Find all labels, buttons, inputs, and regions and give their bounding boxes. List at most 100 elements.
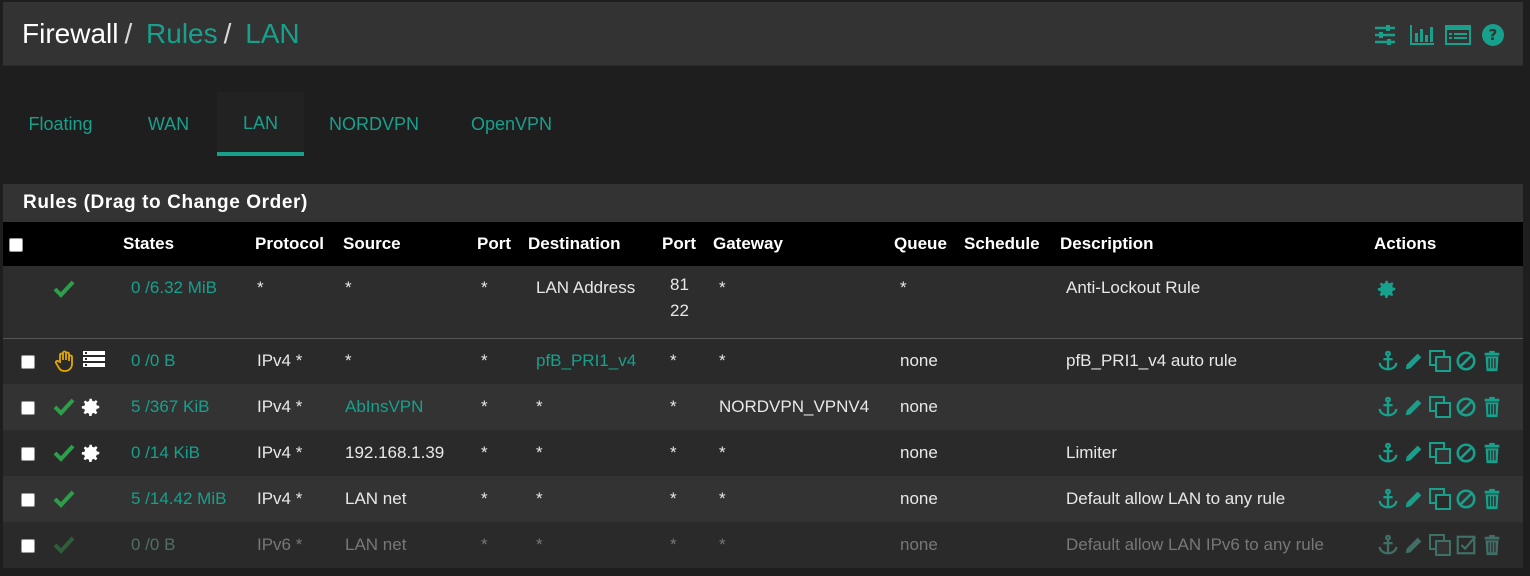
trash-icon[interactable] <box>1480 533 1504 557</box>
queue-cell: * <box>900 278 907 297</box>
dest-port-cell: * <box>670 397 677 416</box>
tab-openvpn[interactable]: OpenVPN <box>458 92 565 156</box>
destination-cell[interactable]: pfB_PRI1_v4 <box>524 338 658 384</box>
pencil-icon[interactable] <box>1402 395 1426 419</box>
trash-icon[interactable] <box>1480 441 1504 465</box>
dest-port-cell: * <box>670 443 677 462</box>
copy-icon[interactable] <box>1428 487 1452 511</box>
col-port[interactable]: Port <box>473 222 524 266</box>
disable-icon[interactable] <box>1454 441 1478 465</box>
protocol-cell: IPv4 * <box>257 351 303 371</box>
pencil-icon[interactable] <box>1402 349 1426 373</box>
copy-icon[interactable] <box>1428 441 1452 465</box>
states-cell[interactable]: 0 /14 KiB <box>119 430 251 476</box>
table-row[interactable]: 0 /0 B IPv6 * LAN net * * * * none Defau… <box>3 522 1523 568</box>
breadcrumb-firewall: Firewall <box>22 18 119 49</box>
row-checkbox[interactable] <box>3 522 45 568</box>
col-icons <box>45 222 119 266</box>
help-icon[interactable]: ? <box>1481 23 1505 47</box>
anchor-icon[interactable] <box>1376 395 1400 419</box>
trash-icon[interactable] <box>1480 349 1504 373</box>
protocol-cell: IPv4 * <box>257 443 303 462</box>
schedule-cell <box>960 266 1056 338</box>
queue-cell: none <box>900 535 938 554</box>
col-states[interactable]: States <box>119 222 251 266</box>
copy-icon[interactable] <box>1428 533 1452 557</box>
hand-block-icon <box>53 350 77 373</box>
col-gateway[interactable]: Gateway <box>709 222 890 266</box>
col-schedule[interactable]: Schedule <box>960 222 1056 266</box>
gateway-cell: * <box>719 351 726 371</box>
breadcrumb-separator: / <box>124 18 133 49</box>
anchor-icon[interactable] <box>1376 487 1400 511</box>
queue-cell: none <box>900 351 938 371</box>
disable-icon[interactable] <box>1454 487 1478 511</box>
svg-text:?: ? <box>1489 26 1498 44</box>
col-source[interactable]: Source <box>339 222 473 266</box>
col-protocol[interactable]: Protocol <box>251 222 339 266</box>
pencil-icon[interactable] <box>1402 487 1426 511</box>
states-cell[interactable]: 0 /0 B <box>119 522 251 568</box>
gear-icon <box>80 396 102 416</box>
description-cell: Default allow LAN to any rule <box>1066 489 1286 508</box>
list-icon[interactable] <box>1445 23 1471 47</box>
tab-floating[interactable]: Floating <box>14 92 107 156</box>
row-checkbox[interactable] <box>3 476 45 522</box>
gateway-cell: * <box>719 489 726 508</box>
table-row[interactable]: 5 /14.42 MiB IPv4 * LAN net * * * * none… <box>3 476 1523 522</box>
copy-icon[interactable] <box>1428 349 1452 373</box>
gear-icon[interactable] <box>1376 280 1398 304</box>
dest-port-cell: * <box>670 351 677 371</box>
trash-icon[interactable] <box>1480 395 1504 419</box>
col-dest-port[interactable]: Port <box>658 222 709 266</box>
check-icon <box>53 535 75 555</box>
check-icon <box>53 489 75 509</box>
bar-chart-icon[interactable] <box>1409 23 1434 47</box>
col-description[interactable]: Description <box>1056 222 1370 266</box>
disable-icon[interactable] <box>1454 349 1478 373</box>
tab-wan[interactable]: WAN <box>131 92 206 156</box>
port-cell: * <box>481 489 488 508</box>
trash-icon[interactable] <box>1480 487 1504 511</box>
destination-cell: * <box>536 489 543 508</box>
breadcrumb-lan[interactable]: LAN <box>245 18 299 49</box>
anchor-icon[interactable] <box>1376 349 1400 373</box>
schedule-cell <box>960 384 1056 430</box>
source-cell: * <box>345 351 352 371</box>
row-checkbox[interactable] <box>3 338 45 384</box>
table-row[interactable]: 0 /6.32 MiB * * * LAN Address 81 22 * * A… <box>3 266 1523 338</box>
check-icon <box>53 278 75 298</box>
gateway-cell: * <box>719 535 726 554</box>
source-cell[interactable]: AbInsVPN <box>339 384 473 430</box>
states-cell[interactable]: 0 /6.32 MiB <box>119 266 251 338</box>
copy-icon[interactable] <box>1428 395 1452 419</box>
states-cell[interactable]: 5 /367 KiB <box>119 384 251 430</box>
select-all-checkbox[interactable] <box>3 222 45 266</box>
tab-lan[interactable]: LAN <box>217 92 304 156</box>
description-cell: Anti-Lockout Rule <box>1066 278 1201 297</box>
anchor-icon[interactable] <box>1376 441 1400 465</box>
protocol-cell: IPv4 * <box>257 397 303 416</box>
breadcrumb-rules[interactable]: Rules <box>146 18 218 49</box>
sliders-icon[interactable] <box>1373 23 1397 47</box>
row-checkbox[interactable] <box>3 430 45 476</box>
source-cell: LAN net <box>345 535 407 554</box>
tab-nordvpn[interactable]: NORDVPN <box>318 92 430 156</box>
table-row[interactable]: 5 /367 KiB IPv4 * AbInsVPN * * * NORDVPN… <box>3 384 1523 430</box>
breadcrumb-separator: / <box>223 18 232 49</box>
row-checkbox[interactable] <box>3 384 45 430</box>
states-cell[interactable]: 5 /14.42 MiB <box>119 476 251 522</box>
anchor-icon[interactable] <box>1376 533 1400 557</box>
disable-icon[interactable] <box>1454 395 1478 419</box>
table-row[interactable]: 0 /14 KiB IPv4 * 192.168.1.39 * * * * no… <box>3 430 1523 476</box>
col-queue[interactable]: Queue <box>890 222 960 266</box>
col-destination[interactable]: Destination <box>524 222 658 266</box>
dest-port-cell: * <box>670 489 677 508</box>
queue-cell: none <box>900 489 938 508</box>
port-cell: * <box>481 278 488 297</box>
enable-check-icon[interactable] <box>1454 533 1478 557</box>
pencil-icon[interactable] <box>1402 441 1426 465</box>
table-row[interactable]: 0 /0 B IPv4 * * * pfB_PRI1_v4 * * none p… <box>3 338 1523 384</box>
pencil-icon[interactable] <box>1402 533 1426 557</box>
states-cell[interactable]: 0 /0 B <box>119 338 251 384</box>
